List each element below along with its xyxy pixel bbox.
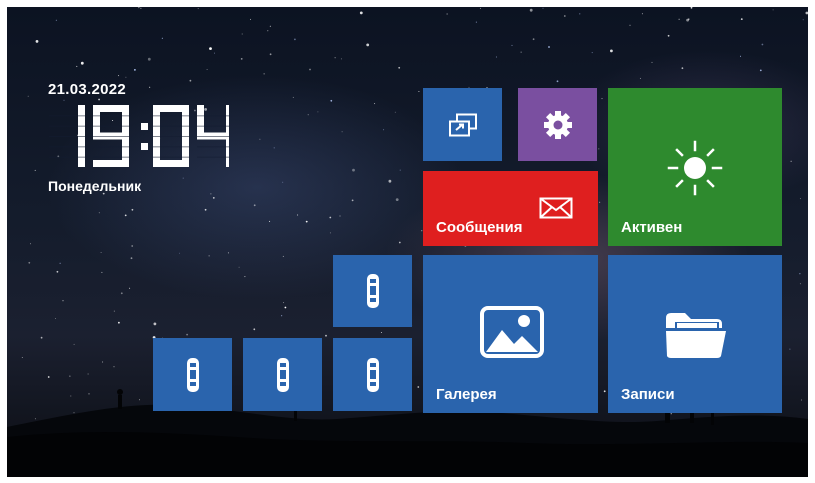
door-panel-icon xyxy=(186,357,199,392)
door-panel-tile-1[interactable] xyxy=(333,255,412,327)
door-panel-icon xyxy=(366,357,379,392)
records-tile[interactable]: Записи xyxy=(608,255,782,413)
active-label: Активен xyxy=(621,219,683,236)
clock-digit xyxy=(49,105,85,167)
screen-switch-icon xyxy=(448,113,477,136)
messages-label: Сообщения xyxy=(436,219,523,236)
gallery-tile[interactable]: Галерея xyxy=(423,255,598,413)
clock-digit xyxy=(93,105,129,167)
date-label: 21.03.2022 xyxy=(48,81,127,98)
door-panel-icon xyxy=(366,274,379,308)
door-panel-tile-4[interactable] xyxy=(333,338,412,411)
image-icon xyxy=(480,306,544,358)
clock-digit xyxy=(197,105,229,167)
clock-colon xyxy=(141,123,148,130)
home-screen: 21.03.2022 Понедельник Сообщения Активен… xyxy=(7,7,808,477)
sun-icon xyxy=(667,140,723,196)
door-panel-tile-2[interactable] xyxy=(153,338,232,411)
door-panel-tile-3[interactable] xyxy=(243,338,322,411)
envelope-icon xyxy=(539,197,573,219)
messages-tile[interactable]: Сообщения xyxy=(423,171,598,246)
gallery-label: Галерея xyxy=(436,386,497,403)
active-tile[interactable]: Активен xyxy=(608,88,782,246)
gear-icon xyxy=(543,110,572,139)
folder-icon xyxy=(666,313,726,358)
door-panel-icon xyxy=(276,357,289,392)
clock-display xyxy=(49,105,229,167)
screen-switch-tile[interactable] xyxy=(423,88,502,161)
settings-tile[interactable] xyxy=(518,88,597,161)
clock-colon xyxy=(141,143,148,150)
records-label: Записи xyxy=(621,386,675,403)
clock-digit xyxy=(153,105,189,167)
weekday-label: Понедельник xyxy=(48,178,142,194)
